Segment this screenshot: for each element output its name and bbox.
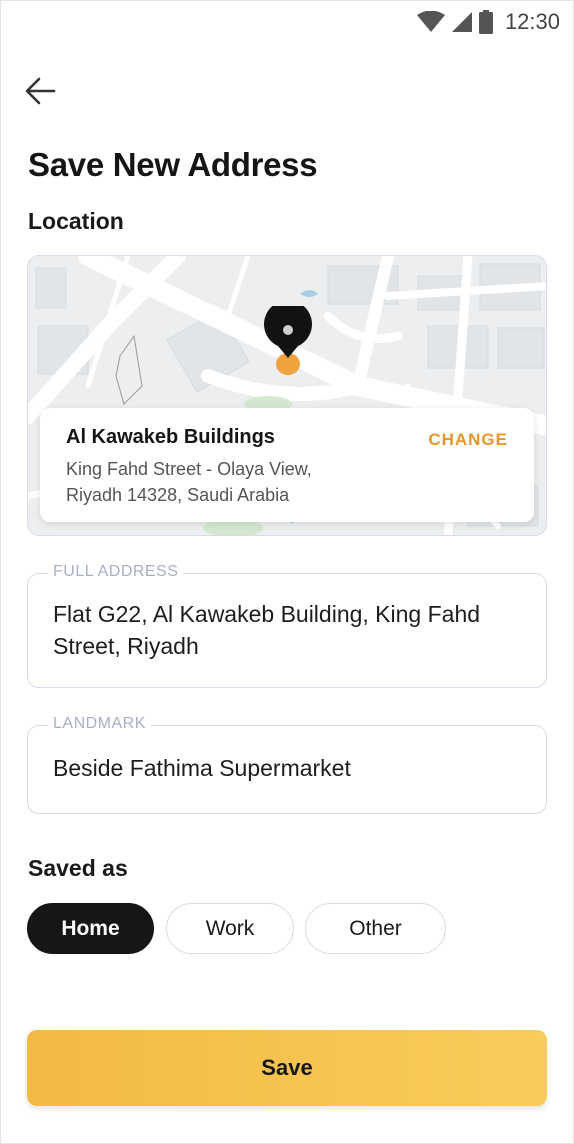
change-location-button[interactable]: CHANGE	[428, 430, 508, 450]
location-address-line1: King Fahd Street - Olaya View,	[66, 459, 312, 479]
full-address-label: FULL ADDRESS	[48, 563, 184, 581]
location-map-card[interactable]: Al Kawakeb Buildings CHANGE King Fahd St…	[27, 255, 547, 536]
saved-as-work-chip[interactable]: Work	[166, 903, 294, 954]
full-address-line2: Street, Riyadh	[53, 633, 199, 659]
full-address-value[interactable]: Flat G22, Al Kawakeb Building, King Fahd…	[53, 598, 533, 662]
status-time: 12:30	[504, 9, 560, 34]
page-title: Save New Address	[28, 146, 318, 183]
back-button[interactable]	[22, 72, 60, 110]
saved-as-label: Saved as	[28, 855, 128, 881]
wifi-icon	[416, 11, 445, 32]
full-address-line1: Flat G22, Al Kawakeb Building, King Fahd	[53, 601, 481, 627]
location-address: King Fahd Street - Olaya View, Riyadh 14…	[66, 456, 396, 508]
saved-as-home-chip[interactable]: Home	[27, 903, 154, 954]
landmark-field[interactable]: LANDMARK Beside Fathima Supermarket	[27, 715, 547, 814]
location-address-line2: Riyadh 14328, Saudi Arabia	[66, 485, 290, 505]
landmark-value[interactable]: Beside Fathima Supermarket	[53, 752, 533, 784]
map-pin-icon	[264, 306, 312, 375]
saved-as-other-chip[interactable]: Other	[305, 903, 446, 954]
landmark-label: LANDMARK	[48, 715, 151, 733]
battery-icon	[478, 10, 493, 34]
location-section-label: Location	[28, 208, 124, 234]
location-info-box: Al Kawakeb Buildings CHANGE King Fahd St…	[40, 408, 534, 522]
cellular-signal-icon	[451, 12, 472, 32]
status-icons: 12:30	[416, 9, 560, 35]
location-name: Al Kawakeb Buildings	[66, 426, 275, 448]
full-address-field[interactable]: FULL ADDRESS Flat G22, Al Kawakeb Buildi…	[27, 563, 547, 688]
arrow-left-icon	[25, 77, 56, 105]
save-button[interactable]: Save	[27, 1030, 547, 1106]
status-bar: 12:30	[0, 0, 574, 44]
